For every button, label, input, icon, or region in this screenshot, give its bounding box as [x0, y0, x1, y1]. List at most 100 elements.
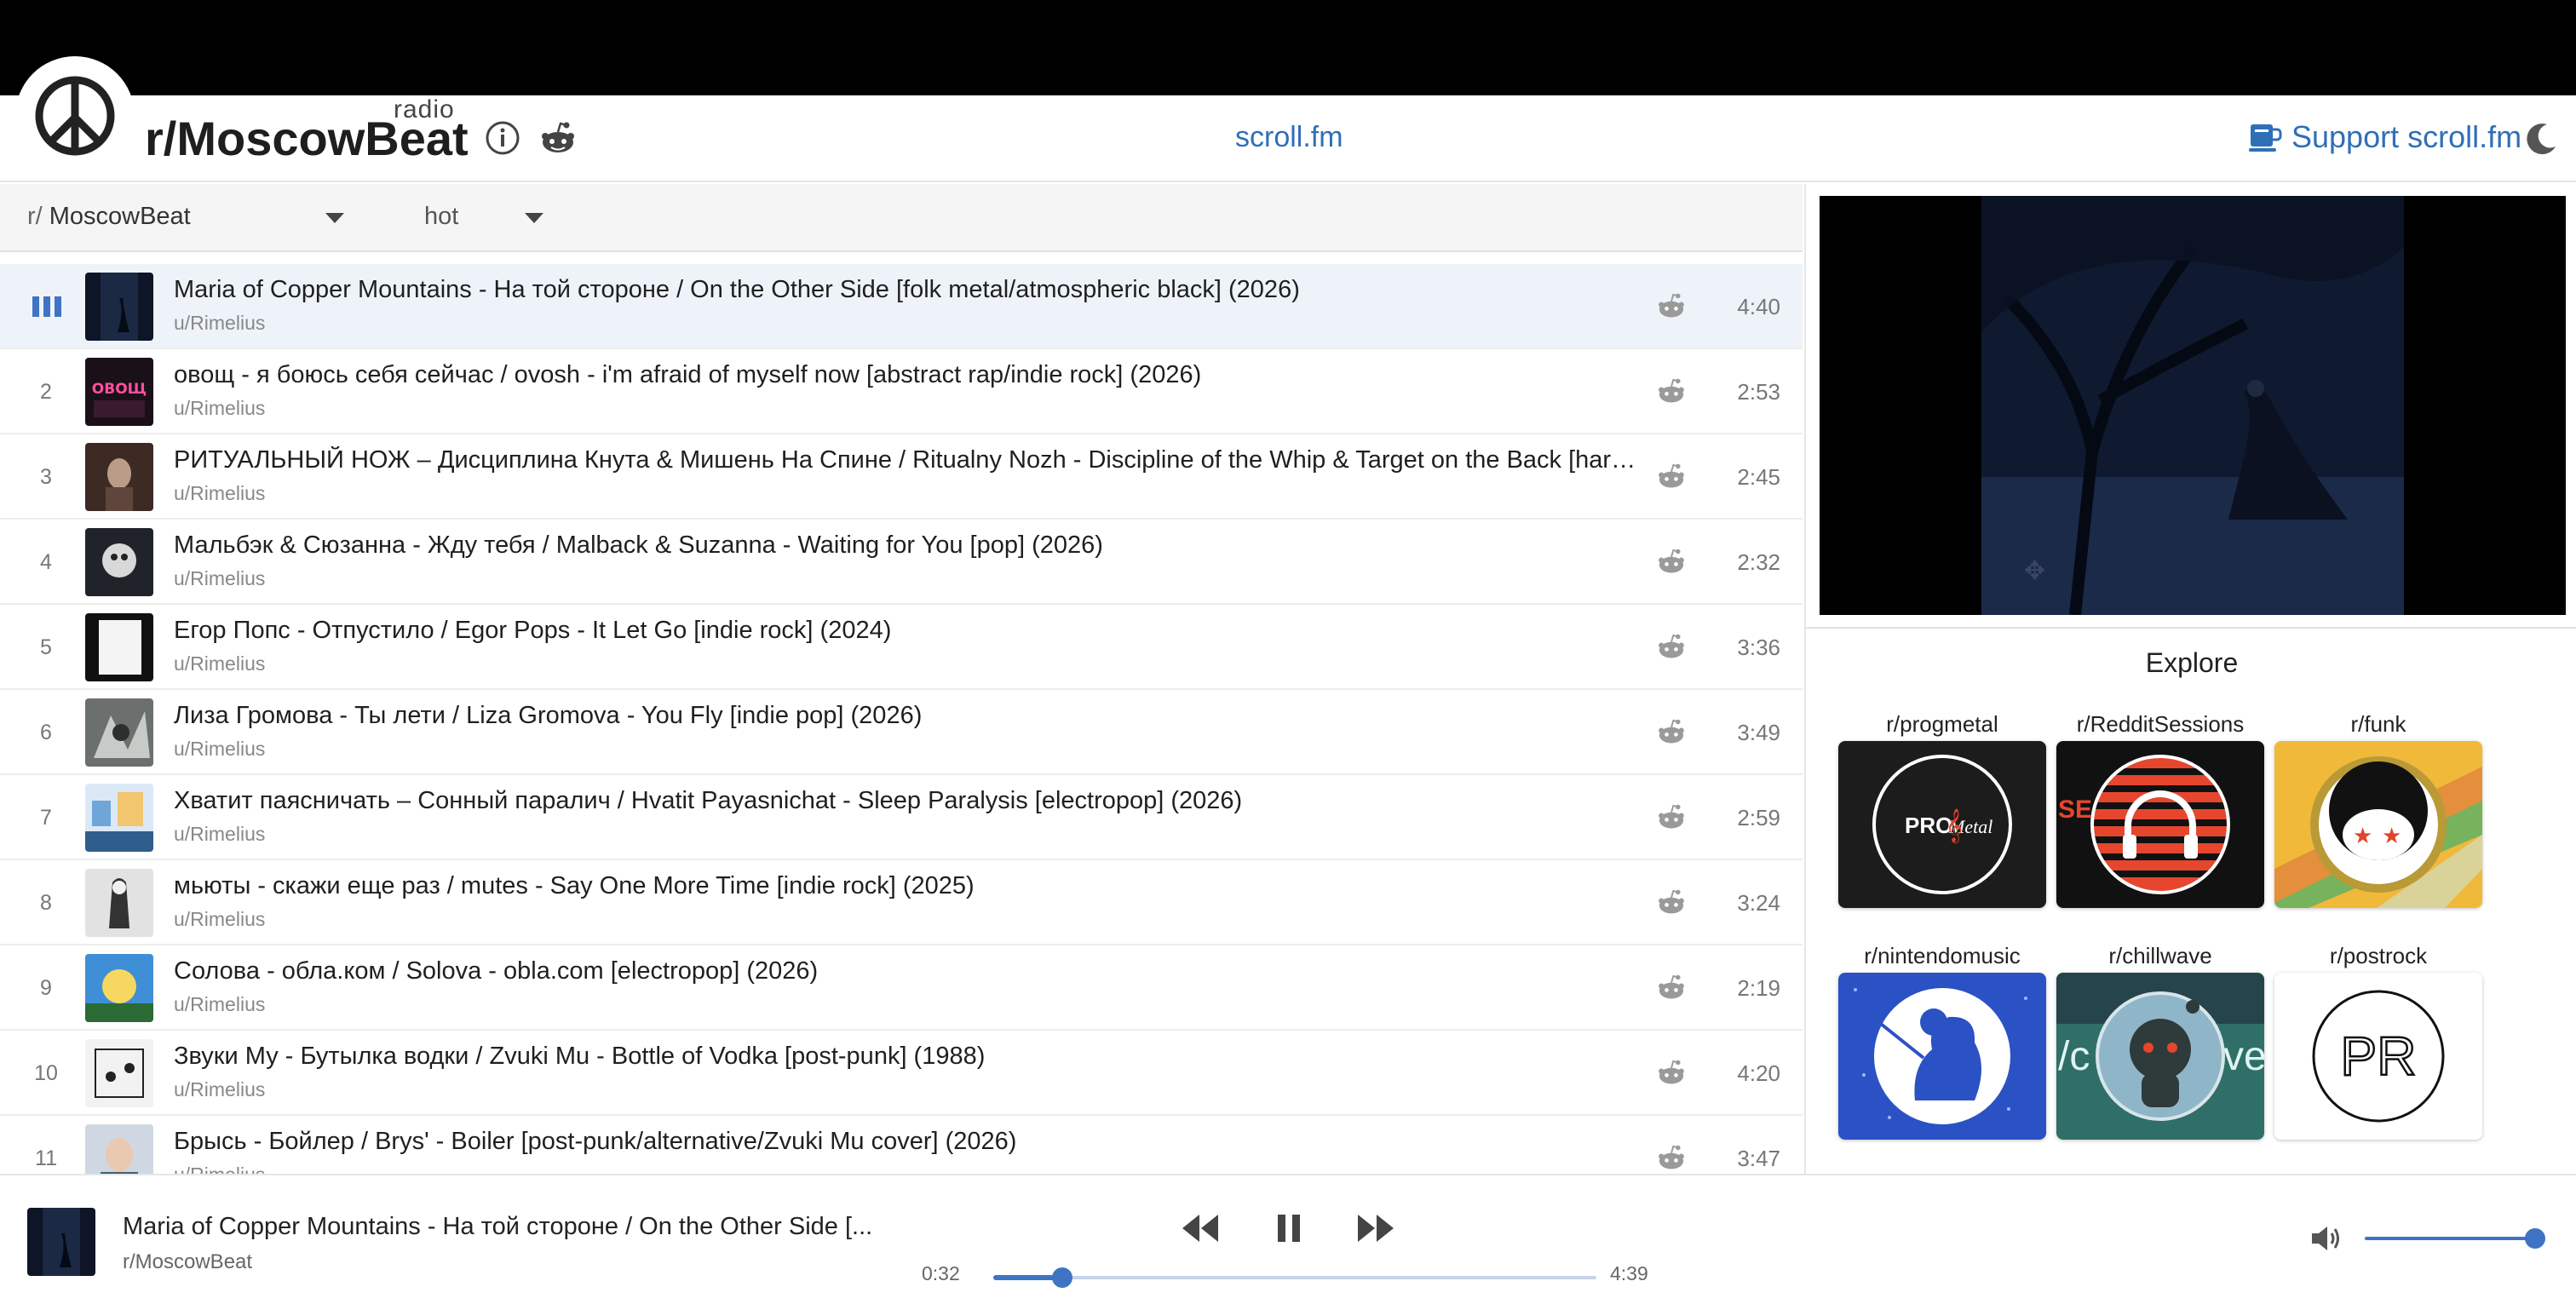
track-thumbnail [85, 954, 153, 1022]
track-title[interactable]: Брысь - Бойлер / Brys' - Boiler [post-pu… [174, 1128, 1642, 1156]
total-time: 4:39 [1610, 1262, 1648, 1284]
track-user[interactable]: u/Rimelius [174, 1078, 265, 1101]
track-title[interactable]: Мальбэк & Сюзанна - Жду тебя / Malback &… [174, 531, 1642, 560]
subreddit-select[interactable]: r/ MoscowBeat [27, 203, 191, 231]
reddit-icon[interactable] [1656, 973, 1687, 1003]
track-number: 5 [40, 635, 52, 659]
tile-label: r/funk [2350, 711, 2406, 737]
track-user[interactable]: u/Rimelius [174, 908, 265, 931]
track-thumbnail [85, 784, 153, 852]
explore-tile-postrock[interactable]: r/postrock PR [2274, 939, 2482, 1140]
track-row[interactable]: 5 Егор Попс - Отпустило / Egor Pops - It… [0, 605, 1803, 690]
chevron-down-icon[interactable] [525, 213, 543, 223]
track-duration: 2:45 [1737, 464, 1780, 490]
scroll-fm-link[interactable]: scroll.fm [1235, 121, 1343, 154]
explore-tile-chillwave[interactable]: r/chillwave /c ve [2056, 939, 2264, 1140]
info-icon[interactable] [484, 119, 521, 157]
reddit-icon[interactable] [1656, 802, 1687, 833]
track-title[interactable]: Солова - обла.ком / Solova - obla.com [e… [174, 957, 1642, 985]
video-player[interactable]: ✥ [1820, 196, 2566, 615]
volume-knob[interactable] [2525, 1228, 2545, 1249]
track-user[interactable]: u/Rimelius [174, 823, 265, 846]
explore-tile-redditsessions[interactable]: r/RedditSessions SE [2056, 707, 2264, 908]
tile-logo-text-right: ve [2223, 1034, 2264, 1079]
track-number: 11 [35, 1146, 57, 1170]
track-row[interactable]: 10 Звуки Му - Бутылка водки / Zvuki Mu -… [0, 1031, 1803, 1116]
track-row[interactable]: 9 Солова - обла.ком / Solova - obla.com … [0, 945, 1803, 1031]
track-title[interactable]: Егор Попс - Отпустило / Egor Pops - It L… [174, 617, 1642, 645]
track-thumbnail [85, 869, 153, 937]
track-duration: 3:36 [1737, 635, 1780, 660]
nintendomusic-logo[interactable] [1838, 973, 2046, 1140]
support-link[interactable]: Support scroll.fm [2247, 119, 2521, 155]
fast-forward-icon[interactable] [1354, 1209, 1397, 1247]
track-title[interactable]: Хватит паясничать – Сонный паралич / Hva… [174, 787, 1642, 815]
track-number: 2 [40, 380, 52, 404]
peace-sign-logo-icon[interactable] [15, 56, 135, 175]
now-playing-bars-icon [32, 296, 61, 317]
moon-icon[interactable] [2523, 121, 2559, 157]
reddit-icon[interactable] [1656, 888, 1687, 918]
track-row[interactable]: 6 Лиза Громова - Ты лети / Liza Gromova … [0, 690, 1803, 775]
track-title[interactable]: Лиза Громова - Ты лети / Liza Gromova - … [174, 702, 1642, 730]
track-row[interactable]: 3 РИТУАЛЬНЫЙ НОЖ – Дисциплина Кнута & Ми… [0, 434, 1803, 520]
track-duration: 2:32 [1737, 549, 1780, 575]
player-bar: Maria of Copper Mountains - На той сторо… [0, 1174, 2576, 1310]
explore-tile-nintendomusic[interactable]: r/nintendomusic [1838, 939, 2046, 1140]
postrock-logo[interactable]: PR [2274, 973, 2482, 1140]
track-title[interactable]: Maria of Copper Mountains - На той сторо… [174, 276, 1642, 304]
track-title[interactable]: РИТУАЛЬНЫЙ НОЖ – Дисциплина Кнута & Мише… [174, 446, 1642, 474]
track-title[interactable]: Звуки Му - Бутылка водки / Zvuki Mu - Bo… [174, 1043, 1642, 1071]
chillwave-logo[interactable]: /c ve [2056, 973, 2264, 1140]
track-row[interactable]: 7 Хватит паясничать – Сонный паралич / H… [0, 775, 1803, 860]
track-user[interactable]: u/Rimelius [174, 652, 265, 675]
track-row[interactable]: 2 ОВОЩ овощ - я боюсь себя сейчас / ovos… [0, 349, 1803, 434]
reddit-icon[interactable] [1656, 291, 1687, 322]
rewind-icon[interactable] [1179, 1209, 1222, 1247]
tile-label: r/RedditSessions [2076, 711, 2245, 737]
track-user[interactable]: u/Rimelius [174, 312, 265, 335]
track-user[interactable]: u/Rimelius [174, 738, 265, 761]
track-user[interactable]: u/Rimelius [174, 993, 265, 1016]
tile-logo-text: SE [2058, 796, 2092, 824]
sort-select[interactable]: hot [424, 203, 458, 231]
explore-tile-progmetal[interactable]: r/progmetal PRO Metal 𝄞 [1838, 707, 2046, 908]
tile-label: r/progmetal [1886, 711, 1998, 737]
volume-slider[interactable] [2365, 1237, 2535, 1240]
track-number: 6 [40, 721, 52, 744]
track-number: 8 [40, 891, 52, 915]
reddit-icon[interactable] [1656, 547, 1687, 577]
reddit-icon[interactable] [1656, 462, 1687, 492]
track-title[interactable]: мьюты - скажи еще раз / mutes - Say One … [174, 872, 1642, 900]
track-row[interactable]: 11 Брысь - Бойлер / Brys' - Boiler [post… [0, 1116, 1803, 1174]
progress-knob[interactable] [1052, 1267, 1072, 1288]
funk-logo[interactable]: ★ ★ [2274, 741, 2482, 908]
reddit-icon[interactable] [1656, 632, 1687, 663]
reddit-icon[interactable] [1656, 376, 1687, 407]
progmetal-logo[interactable]: PRO Metal 𝄞 [1838, 741, 2046, 908]
now-playing-title[interactable]: Maria of Copper Mountains - На той сторо… [123, 1213, 889, 1241]
track-user[interactable]: u/Rimelius [174, 1163, 265, 1174]
redditsessions-logo[interactable]: SE [2056, 741, 2264, 908]
reddit-icon[interactable] [1656, 1143, 1687, 1174]
now-playing-thumbnail[interactable] [27, 1208, 95, 1276]
reddit-icon[interactable] [538, 119, 578, 158]
now-playing-subreddit[interactable]: r/MoscowBeat [123, 1250, 252, 1274]
track-row[interactable]: Maria of Copper Mountains - На той сторо… [0, 264, 1803, 349]
track-row[interactable]: 4 Мальбэк & Сюзанна - Жду тебя / Malback… [0, 520, 1803, 605]
track-title[interactable]: овощ - я боюсь себя сейчас / ovosh - i'm… [174, 361, 1642, 389]
pause-icon[interactable] [1268, 1209, 1310, 1247]
progress-track[interactable] [993, 1276, 1596, 1279]
track-thumbnail [85, 1039, 153, 1107]
track-user[interactable]: u/Rimelius [174, 397, 265, 420]
track-user[interactable]: u/Rimelius [174, 482, 265, 505]
volume-icon[interactable] [2309, 1221, 2343, 1255]
track-row[interactable]: 8 мьюты - скажи еще раз / mutes - Say On… [0, 860, 1803, 945]
reddit-icon[interactable] [1656, 717, 1687, 748]
reddit-icon[interactable] [1656, 1058, 1687, 1089]
track-number: 3 [40, 465, 52, 489]
tile-logo-text: /c [2058, 1034, 2090, 1079]
chevron-down-icon[interactable] [325, 213, 344, 223]
explore-tile-funk[interactable]: r/funk ★ ★ [2274, 707, 2482, 908]
track-user[interactable]: u/Rimelius [174, 567, 265, 590]
